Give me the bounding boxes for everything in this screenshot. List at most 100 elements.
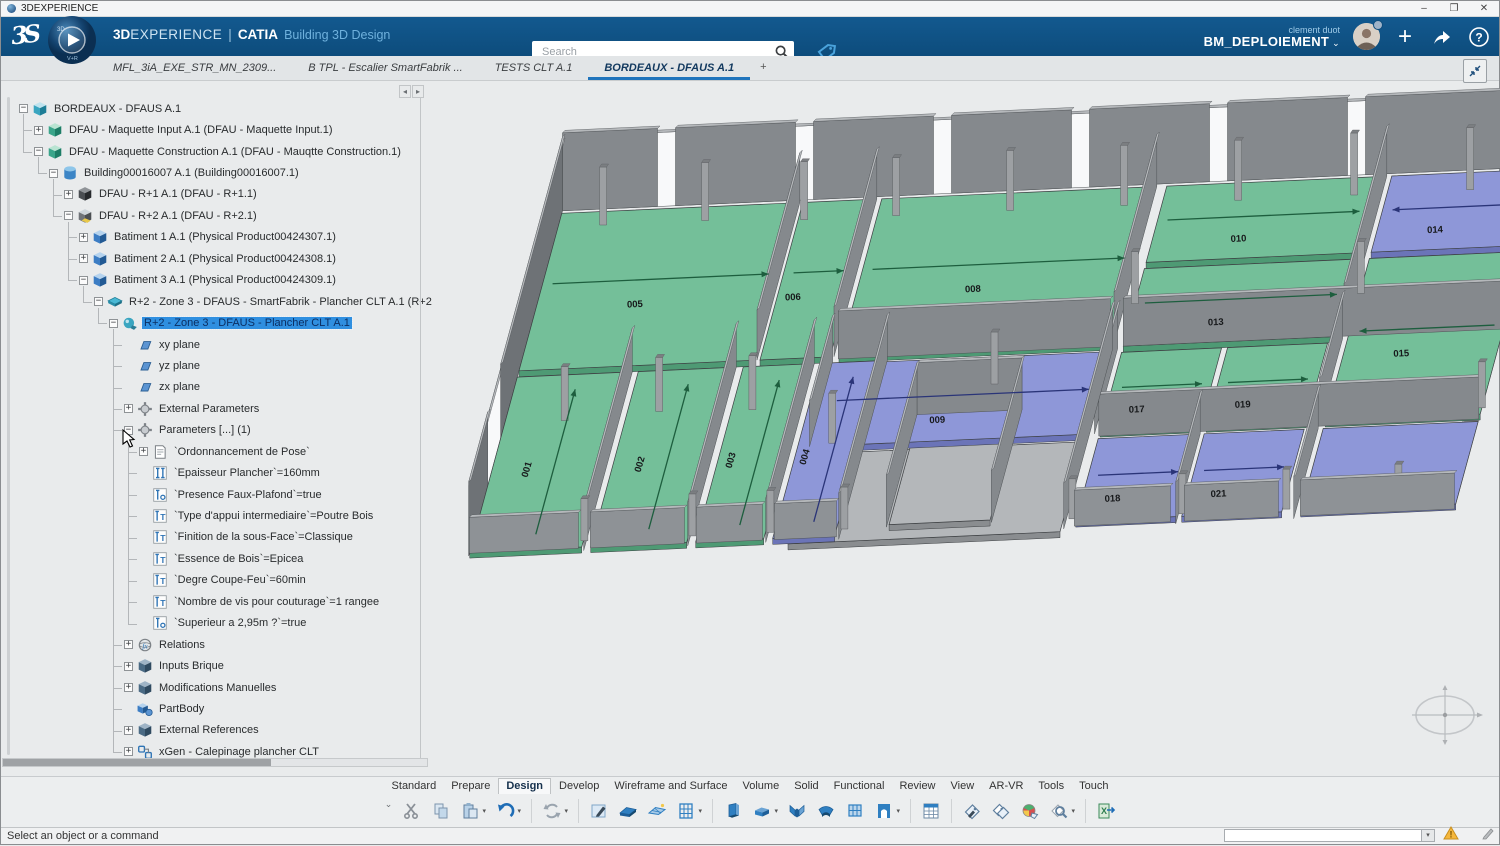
tree-item-label[interactable]: Building00016007 A.1 (Building00016007.1… <box>82 167 301 179</box>
collapse-node-icon[interactable]: − <box>94 297 103 306</box>
document-tab[interactable]: BORDEAUX - DFAUS A.1 <box>588 56 750 80</box>
copy-button[interactable] <box>427 797 455 825</box>
column[interactable] <box>581 499 588 541</box>
collapse-node-icon[interactable]: − <box>64 211 73 220</box>
slab-005[interactable] <box>519 203 798 371</box>
front-wall[interactable] <box>1300 473 1454 516</box>
minimize-button[interactable]: – <box>1409 3 1439 14</box>
actionbar-tab-functional[interactable]: Functional <box>827 779 892 794</box>
tree-item-label[interactable]: Modifications Manuelles <box>157 682 278 694</box>
export-excel-button[interactable]: X <box>1092 797 1120 825</box>
column[interactable] <box>841 487 848 529</box>
opening-button[interactable] <box>870 797 898 825</box>
tree-item[interactable]: +`Ordonnancement de Pose` <box>1 441 446 462</box>
document-tab[interactable]: B TPL - Escalier SmartFabrik ... <box>292 56 478 80</box>
update-dropdown-arrow[interactable]: ▾ <box>565 807 572 815</box>
column[interactable] <box>561 367 568 421</box>
tree-item-label[interactable]: Batiment 1 A.1 (Physical Product00424307… <box>112 231 338 243</box>
actionbar-tab-develop[interactable]: Develop <box>552 779 606 794</box>
collapse-node-icon[interactable]: − <box>109 319 118 328</box>
tree-item[interactable]: + Modifications Manuelles <box>1 677 446 698</box>
tree-item[interactable]: T`Finition de la sous-Face`=Classique <box>1 527 446 548</box>
front-wall[interactable] <box>696 504 762 543</box>
tree-item[interactable]: −R+2 - Zone 3 - DFAUS - Plancher CLT A.1 <box>1 312 446 333</box>
grid-dropdown-arrow[interactable]: ▾ <box>699 807 706 815</box>
scroll-right-button[interactable]: ▸ <box>412 85 424 98</box>
tree-vertical-scrollbar[interactable] <box>7 97 10 755</box>
tree-item-label[interactable]: BORDEAUX - DFAUS A.1 <box>52 103 183 115</box>
help-button[interactable]: ? <box>1467 25 1491 49</box>
actionbar-tab-design[interactable]: Design <box>498 778 551 794</box>
document-tab[interactable]: MFL_3iA_EXE_STR_MN_2309... <box>97 56 292 80</box>
front-wall[interactable] <box>1184 481 1278 521</box>
back-wall[interactable] <box>676 122 796 205</box>
3d-compass-play-button[interactable]: 3D V+R <box>47 15 97 65</box>
tree-item-label[interactable]: Inputs Brique <box>157 660 226 672</box>
material-ball-button[interactable] <box>1016 797 1044 825</box>
add-content-button[interactable]: + <box>1393 25 1417 49</box>
scroll-left-button[interactable]: ◂ <box>399 85 411 98</box>
tree-item[interactable]: `Epaisseur Plancher`=160mm <box>1 462 446 483</box>
paste-dropdown-arrow[interactable]: ▾ <box>483 807 490 815</box>
tree-item-label[interactable]: External Parameters <box>157 403 261 415</box>
expand-node-icon[interactable]: + <box>124 404 133 413</box>
column[interactable] <box>1351 133 1358 195</box>
tree-item[interactable]: +DFAU - Maquette Input A.1 (DFAU - Maque… <box>1 119 446 140</box>
interior-wall[interactable] <box>917 358 1022 415</box>
tree-horizontal-scrollbar[interactable] <box>2 758 428 767</box>
tree-item[interactable]: −DFAU - Maquette Construction A.1 (DFAU … <box>1 141 446 162</box>
actionbar-tab-tools[interactable]: Tools <box>1031 779 1071 794</box>
tree-item[interactable]: +External References <box>1 720 446 741</box>
undo-dropdown-arrow[interactable]: ▾ <box>518 807 525 815</box>
tree-item-label[interactable]: xy plane <box>157 339 202 351</box>
tree-item-label[interactable]: DFAU - R+2 A.1 (DFAU - R+2.1) <box>97 210 259 222</box>
undo-button[interactable] <box>491 797 519 825</box>
tree-item-label[interactable]: Parameters [...] (1) <box>157 424 253 436</box>
tree-item-label[interactable]: `Degre Coupe-Feu`=60min <box>172 574 308 586</box>
tree-item-label[interactable]: xGen - Calepinage plancher CLT <box>157 746 321 758</box>
fit-to-screen-button[interactable] <box>1463 59 1487 83</box>
column[interactable] <box>600 167 607 225</box>
warning-icon[interactable]: ! <box>1443 826 1459 843</box>
collapse-node-icon[interactable]: − <box>49 169 58 178</box>
tree-item-label[interactable]: R+2 - Zone 3 - DFAUS - SmartFabrik - Pla… <box>127 296 434 308</box>
slab-button[interactable] <box>614 797 642 825</box>
box-button[interactable] <box>748 797 776 825</box>
tree-item[interactable]: T`Essence de Bois`=Epicea <box>1 548 446 569</box>
tree-item[interactable]: − Building00016007 A.1 (Building00016007.… <box>1 162 446 183</box>
tree-item[interactable]: zx plane <box>1 377 446 398</box>
scrollbar-thumb[interactable] <box>3 759 271 766</box>
view-manipulation-compass[interactable] <box>1406 684 1484 751</box>
actionbar-tab-wireframe-and-surface[interactable]: Wireframe and Surface <box>607 779 734 794</box>
expand-node-icon[interactable]: + <box>124 683 133 692</box>
tree-item-label[interactable]: `Superieur a 2,95m ?`=true <box>172 617 308 629</box>
actionbar-tab-prepare[interactable]: Prepare <box>444 779 497 794</box>
tree-item-label[interactable]: `Epaisseur Plancher`=160mm <box>172 467 322 479</box>
tree-item[interactable]: T`Degre Coupe-Feu`=60min <box>1 570 446 591</box>
column[interactable] <box>1467 128 1474 190</box>
front-wall[interactable] <box>590 508 684 548</box>
expand-node-icon[interactable]: + <box>79 254 88 263</box>
tree-item[interactable]: +Inputs Brique <box>1 655 446 676</box>
opening-dropdown-arrow[interactable]: ▾ <box>897 807 904 815</box>
command-input[interactable] <box>1224 829 1422 842</box>
column[interactable] <box>893 158 900 216</box>
column[interactable] <box>991 332 998 384</box>
tree-item[interactable]: T`Nombre de vis pour couturage`=1 rangee <box>1 591 446 612</box>
command-history-dropdown[interactable]: ▾ <box>1422 829 1435 842</box>
grid-button[interactable] <box>672 797 700 825</box>
front-wall[interactable] <box>469 512 578 553</box>
avatar[interactable] <box>1353 23 1380 50</box>
tree-item-label[interactable]: `Essence de Bois`=Epicea <box>172 553 305 565</box>
tree-item[interactable]: −Parameters [...] (1) <box>1 420 446 441</box>
actionbar-tab-review[interactable]: Review <box>892 779 942 794</box>
update-button[interactable] <box>538 797 566 825</box>
expand-node-icon[interactable]: + <box>124 640 133 649</box>
search-tag-dropdown-arrow[interactable]: ▾ <box>1072 807 1079 815</box>
tree-item[interactable]: `Superieur a 2,95m ?`=true <box>1 613 446 634</box>
expand-node-icon[interactable]: + <box>64 190 73 199</box>
actionbar-tab-ar-vr[interactable]: AR-VR <box>982 779 1030 794</box>
paste-button[interactable] <box>456 797 484 825</box>
tree-item-label[interactable]: Batiment 2 A.1 (Physical Product00424308… <box>112 253 338 265</box>
column[interactable] <box>1121 145 1128 205</box>
